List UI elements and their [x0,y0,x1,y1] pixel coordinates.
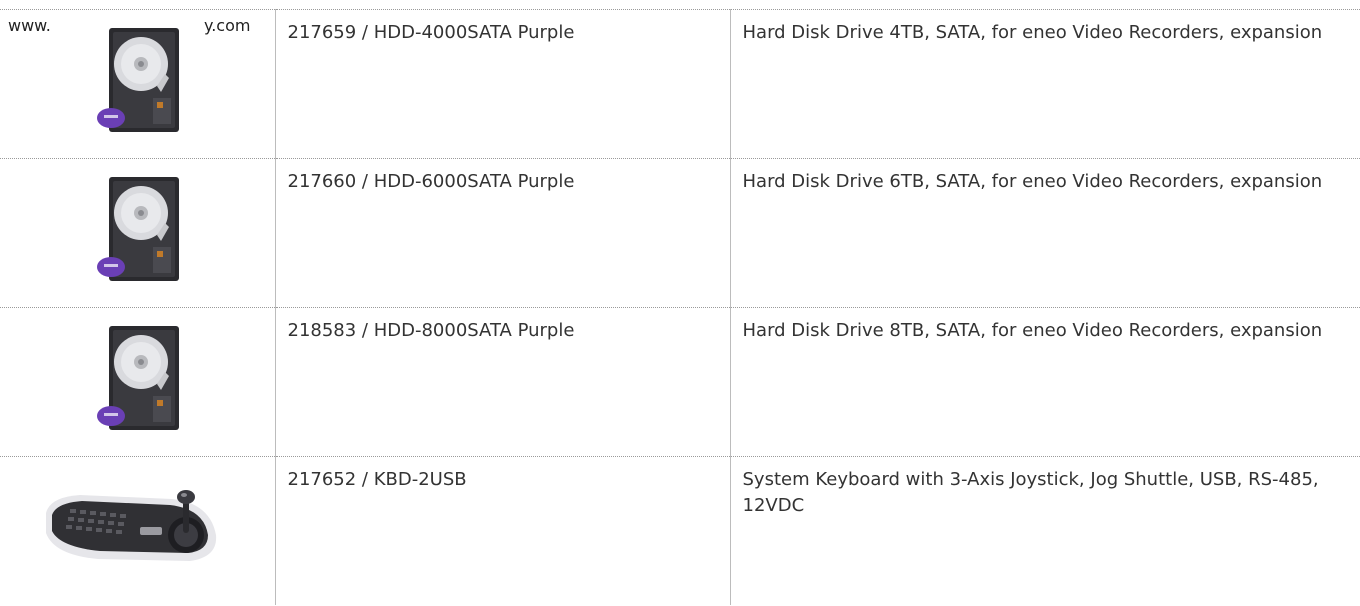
product-description: Hard Disk Drive 6TB, SATA, for eneo Vide… [730,158,1360,308]
product-number: 217659 / HDD-4000SATA Purple [275,9,731,159]
hard-disk-drive-icon[interactable] [95,175,185,287]
table-row: 217652 / KBD-2USB System Keyboard with 3… [0,456,1360,605]
product-number: 217652 / KBD-2USB [275,456,731,605]
system-keyboard-icon[interactable] [40,479,220,579]
hard-disk-drive-icon[interactable] [95,324,185,436]
watermark-left: www. [8,16,51,35]
product-number: 217660 / HDD-6000SATA Purple [275,158,731,308]
table-row: 217660 / HDD-6000SATA Purple Hard Disk D… [0,158,1360,308]
product-number: 218583 / HDD-8000SATA Purple [275,307,731,457]
product-image-cell [0,158,276,308]
watermark-right: y.com [204,16,251,35]
table-row: 218583 / HDD-8000SATA Purple Hard Disk D… [0,307,1360,457]
product-description: Hard Disk Drive 8TB, SATA, for eneo Vide… [730,307,1360,457]
product-image-cell [0,307,276,457]
product-description: Hard Disk Drive 4TB, SATA, for eneo Vide… [730,9,1360,159]
hard-disk-drive-icon[interactable] [95,26,185,138]
product-table: 217659 / HDD-4000SATA Purple Hard Disk D… [0,9,1360,605]
product-image-cell [0,456,276,605]
product-description: System Keyboard with 3-Axis Joystick, Jo… [730,456,1360,605]
